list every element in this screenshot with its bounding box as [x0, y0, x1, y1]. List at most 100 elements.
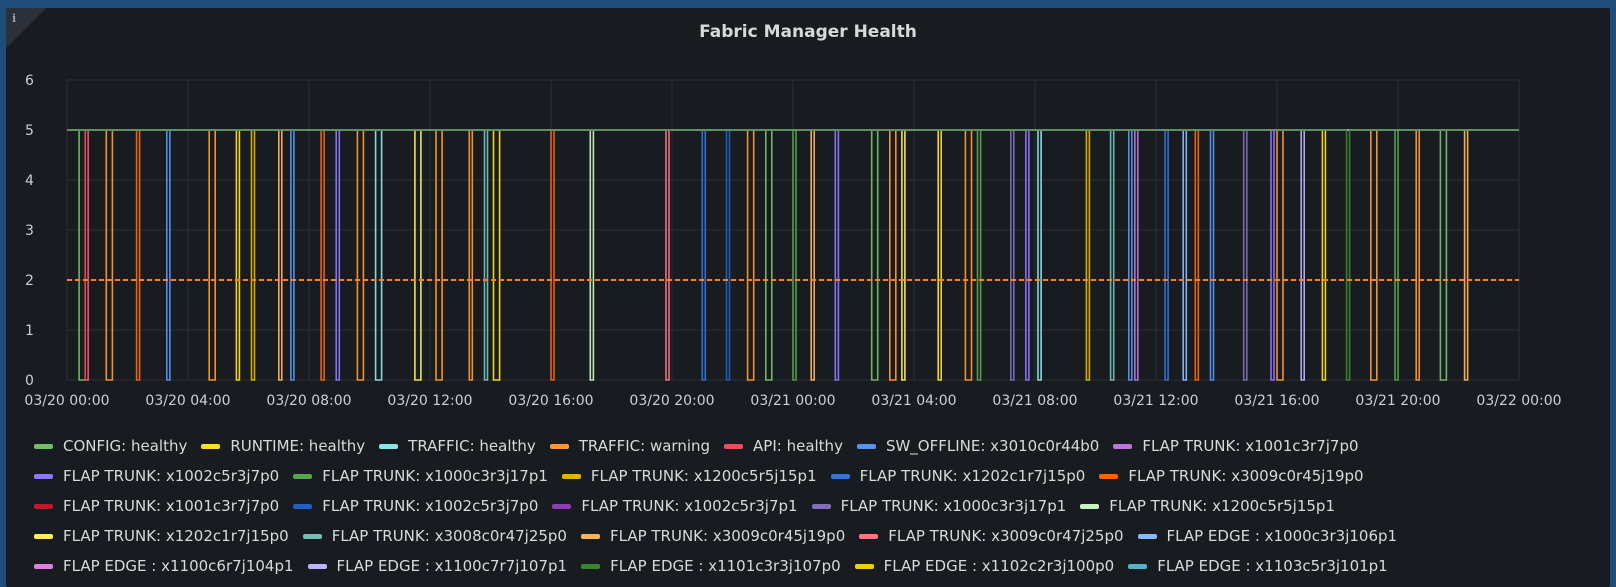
- x-tick-label: 03/21 20:00: [1355, 393, 1440, 409]
- legend-item[interactable]: FLAP TRUNK: x1001c3r7j7p0: [1113, 435, 1359, 457]
- legend-item[interactable]: FLAP TRUNK: x1000c3r3j17p1: [811, 495, 1067, 517]
- x-tick-label: 03/20 08:00: [266, 393, 351, 409]
- x-tick-label: 03/21 04:00: [871, 393, 956, 409]
- legend-item[interactable]: FLAP EDGE : x1100c6r7j104p1: [34, 555, 294, 577]
- legend-swatch: [34, 533, 53, 539]
- legend-item[interactable]: FLAP EDGE : x1000c3r3j106p1: [1137, 525, 1398, 547]
- chart-canvas[interactable]: 0 1 2 3 4 5 6 03/20 00:00 03/20 04:00 03/20 08:00…: [6, 8, 1610, 438]
- legend-label: CONFIG: healthy: [63, 437, 188, 455]
- y-tick-label: 2: [25, 273, 34, 289]
- x-tick-label: 03/20 16:00: [508, 393, 593, 409]
- legend-label: FLAP TRUNK: x1000c3r3j17p1: [322, 467, 548, 485]
- y-tick-label: 6: [25, 73, 34, 89]
- y-tick-label: 4: [25, 173, 34, 189]
- legend-label: FLAP TRUNK: x1002c5r3j7p1: [581, 497, 798, 515]
- legend-swatch: [549, 443, 569, 449]
- legend-swatch: [1113, 443, 1133, 449]
- legend-item[interactable]: FLAP TRUNK: x3008c0r47j25p0: [302, 525, 567, 547]
- legend-label: TRAFFIC: healthy: [408, 437, 536, 455]
- legend-swatch: [811, 503, 831, 509]
- legend-label: FLAP TRUNK: x3009c0r47j25p0: [888, 527, 1124, 545]
- legend-swatch: [724, 443, 744, 449]
- legend-label: FLAP TRUNK: x1202c1r7j15p0: [859, 467, 1086, 485]
- legend-item[interactable]: FLAP TRUNK: x1200c5r5j15p1: [561, 465, 817, 487]
- legend-item[interactable]: FLAP TRUNK: x1202c1r7j15p0: [830, 465, 1086, 487]
- legend-swatch: [1080, 503, 1100, 509]
- legend-label: FLAP TRUNK: x1001c3r7j7p0: [63, 497, 280, 515]
- legend-label: TRAFFIC: warning: [578, 437, 711, 455]
- legend-label: FLAP TRUNK: x1002c5r3j7p0: [322, 497, 539, 515]
- legend-swatch: [34, 503, 53, 509]
- legend-item[interactable]: FLAP EDGE : x1103c5r3j101p1: [1128, 555, 1388, 577]
- legend-item[interactable]: TRAFFIC: warning: [549, 435, 711, 457]
- legend-item[interactable]: FLAP TRUNK: x1002c5r3j7p0: [293, 495, 538, 517]
- y-tick-label: 3: [25, 223, 34, 239]
- legend-label: API: healthy: [753, 437, 843, 455]
- legend-item[interactable]: FLAP EDGE : x1101c3r3j107p0: [581, 555, 841, 577]
- legend-swatch: [859, 533, 879, 539]
- legend-item[interactable]: FLAP TRUNK: x1200c5r5j15p1: [1080, 495, 1335, 517]
- legend-item[interactable]: RUNTIME: healthy: [201, 435, 365, 457]
- legend-label: FLAP EDGE : x1102c2r3j100p0: [883, 557, 1115, 575]
- legend-item[interactable]: FLAP EDGE : x1100c7r7j107p1: [307, 555, 568, 577]
- legend-item[interactable]: FLAP TRUNK: x1202c1r7j15p0: [34, 525, 289, 547]
- legend-swatch: [34, 473, 53, 479]
- legend-label: FLAP EDGE : x1103c5r3j101p1: [1157, 557, 1388, 575]
- legend-item[interactable]: FLAP EDGE : x1102c2r3j100p0: [854, 555, 1115, 577]
- x-tick-label: 03/20 20:00: [629, 393, 714, 409]
- legend-swatch: [201, 443, 221, 449]
- legend-item[interactable]: FLAP TRUNK: x1002c5r3j7p1: [552, 495, 798, 517]
- legend-label: SW_OFFLINE: x3010c0r44b0: [885, 437, 1100, 455]
- legend-label: FLAP EDGE : x1100c7r7j107p1: [336, 557, 568, 575]
- y-tick-label: 1: [25, 323, 34, 339]
- legend-label: FLAP TRUNK: x3008c0r47j25p0: [331, 527, 567, 545]
- legend-swatch: [1099, 473, 1119, 479]
- legend-label: FLAP TRUNK: x1202c1r7j15p0: [63, 527, 289, 545]
- y-tick-label: 0: [25, 373, 34, 389]
- legend-label: FLAP TRUNK: x1002c5r3j7p0: [63, 467, 280, 485]
- legend-swatch: [830, 473, 850, 479]
- legend-item[interactable]: FLAP TRUNK: x3009c0r45j19p0: [1099, 465, 1364, 487]
- legend-swatch: [302, 533, 322, 539]
- x-tick-label: 03/20 04:00: [145, 393, 230, 409]
- legend-swatch: [561, 473, 581, 479]
- x-tick-label: 03/20 00:00: [24, 393, 109, 409]
- legend-label: FLAP TRUNK: x1000c3r3j17p1: [840, 497, 1067, 515]
- legend-item[interactable]: FLAP TRUNK: x1002c5r3j7p0: [34, 465, 279, 487]
- legend-label: FLAP EDGE : x1100c6r7j104p1: [63, 557, 294, 575]
- legend-swatch: [856, 443, 876, 449]
- y-tick-label: 5: [25, 123, 34, 139]
- legend-swatch: [34, 563, 53, 569]
- legend-swatch: [307, 563, 327, 569]
- legend-swatch: [552, 503, 572, 509]
- x-tick-label: 03/21 08:00: [992, 393, 1077, 409]
- legend-label: RUNTIME: healthy: [230, 437, 366, 455]
- legend-label: FLAP TRUNK: x1200c5r5j15p1: [590, 467, 817, 485]
- x-tick-label: 03/22 00:00: [1476, 393, 1561, 409]
- legend-swatch: [293, 473, 313, 479]
- legend-item[interactable]: FLAP TRUNK: x3009c0r45j19p0: [580, 525, 846, 547]
- legend-swatch: [379, 443, 399, 449]
- legend-item[interactable]: API: healthy: [724, 435, 843, 457]
- legend-item[interactable]: FLAP TRUNK: x1001c3r7j7p0: [34, 495, 279, 517]
- legend-label: FLAP TRUNK: x1001c3r7j7p0: [1142, 437, 1359, 455]
- legend-item[interactable]: SW_OFFLINE: x3010c0r44b0: [856, 435, 1100, 457]
- legend-swatch: [1137, 533, 1157, 539]
- legend-item[interactable]: FLAP TRUNK: x3009c0r47j25p0: [859, 525, 1124, 547]
- legend-swatch: [580, 533, 600, 539]
- legend-swatch: [34, 443, 53, 449]
- chart-panel: i Fabric Manager Health 0 1 2 3 4 5 6 03/20 00:…: [6, 8, 1610, 587]
- x-tick-label: 03/21 16:00: [1234, 393, 1319, 409]
- legend-item[interactable]: CONFIG: healthy: [34, 435, 187, 457]
- legend-label: FLAP EDGE : x1101c3r3j107p0: [610, 557, 841, 575]
- legend-swatch: [293, 503, 313, 509]
- legend-label: FLAP TRUNK: x3009c0r45j19p0: [609, 527, 846, 545]
- x-tick-label: 03/21 00:00: [750, 393, 835, 409]
- legend: CONFIG: healthy RUNTIME: healthy TRAFFIC: …: [34, 435, 1604, 587]
- legend-label: FLAP TRUNK: x3009c0r45j19p0: [1128, 467, 1364, 485]
- legend-label: FLAP EDGE : x1000c3r3j106p1: [1166, 527, 1398, 545]
- legend-item[interactable]: FLAP TRUNK: x1000c3r3j17p1: [293, 465, 548, 487]
- legend-item[interactable]: TRAFFIC: healthy: [379, 435, 536, 457]
- legend-label: FLAP TRUNK: x1200c5r5j15p1: [1109, 497, 1335, 515]
- x-tick-label: 03/21 12:00: [1113, 393, 1198, 409]
